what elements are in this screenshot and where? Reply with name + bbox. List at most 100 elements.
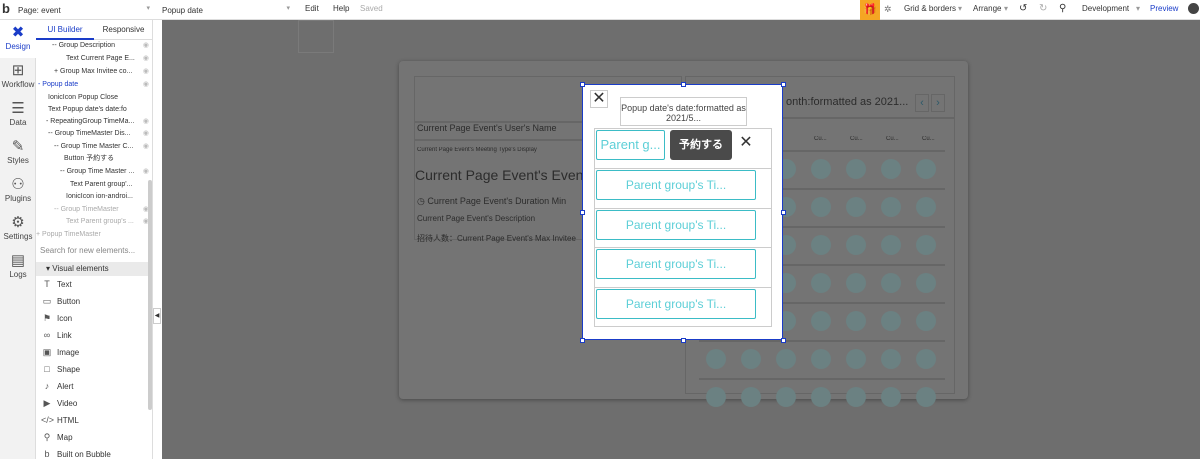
element-alert[interactable]: ♪ Alert xyxy=(36,378,152,395)
time-slot-circle[interactable] xyxy=(881,159,901,179)
redo-icon[interactable]: ↻ xyxy=(1039,3,1047,14)
sidebar-item-settings[interactable]: ⚙ Settings xyxy=(0,210,36,248)
resize-handle[interactable] xyxy=(781,210,786,215)
time-slot-circle[interactable] xyxy=(881,387,901,407)
resize-handle[interactable] xyxy=(781,338,786,343)
tree-item-selected[interactable]: - Popup date ◉ xyxy=(36,79,152,91)
time-slot-circle[interactable] xyxy=(811,235,831,255)
search-icon[interactable]: ⚲ xyxy=(1059,3,1066,14)
avatar[interactable] xyxy=(1188,3,1199,14)
time-slot-circle[interactable] xyxy=(881,273,901,293)
visual-elements-header[interactable]: ▾ Visual elements xyxy=(36,262,152,276)
time-slot-circle[interactable] xyxy=(916,349,936,369)
grid-borders-menu[interactable]: Grid & borders xyxy=(904,4,956,13)
element-search-input[interactable]: Search for new elements... xyxy=(40,246,135,255)
user-name-text[interactable]: Current Page Event's User's Name xyxy=(417,123,557,133)
duration-text[interactable]: ◷ Current Page Event's Duration Min xyxy=(417,196,566,207)
timemaster-repeating-group[interactable]: Parent g... 予約する ✕ Parent group's Ti... … xyxy=(594,128,772,327)
tree-item[interactable]: Text Parent group's ... ◉ xyxy=(36,216,152,228)
tab-ui-builder[interactable]: UI Builder xyxy=(36,20,94,40)
time-slot-circle[interactable] xyxy=(916,235,936,255)
time-slot-circle[interactable] xyxy=(846,273,866,293)
popup-date-text[interactable]: Popup date's date:formatted as 2021/5... xyxy=(620,97,747,126)
time-slot-circle[interactable] xyxy=(846,349,866,369)
element-button[interactable]: ▭ Button xyxy=(36,293,152,310)
element-built-on-bubble[interactable]: b Built on Bubble xyxy=(36,446,152,459)
sidebar-item-plugins[interactable]: ⚇ Plugins xyxy=(0,172,36,210)
time-slot-circle[interactable] xyxy=(881,349,901,369)
resize-handle[interactable] xyxy=(580,210,585,215)
preview-link[interactable]: Preview xyxy=(1150,4,1178,13)
time-slot-circle[interactable] xyxy=(776,387,796,407)
tree-item[interactable]: -- Group Time Master ... ◉ xyxy=(36,166,152,178)
bubble-logo-icon[interactable]: b xyxy=(2,2,14,16)
time-slot-circle[interactable] xyxy=(881,311,901,331)
eye-icon[interactable]: ◉ xyxy=(143,141,149,153)
tree-item[interactable]: + Popup TimeMaster xyxy=(36,229,152,241)
tab-responsive[interactable]: Responsive xyxy=(94,20,152,40)
resize-handle[interactable] xyxy=(580,82,585,87)
resize-handle[interactable] xyxy=(681,82,686,87)
time-slot-button[interactable]: Parent group's Ti... xyxy=(596,249,756,279)
element-link[interactable]: ∞ Link xyxy=(36,327,152,344)
time-slot-circle[interactable] xyxy=(741,387,761,407)
tree-item[interactable]: -- Group Description ◉ xyxy=(36,40,152,52)
time-slot-circle[interactable] xyxy=(846,197,866,217)
tree-item[interactable]: -- Group Time Master C... ◉ xyxy=(36,141,152,153)
tree-item[interactable]: -- Group TimeMaster Dis... ◉ xyxy=(36,128,152,140)
reserve-button[interactable]: 予約する xyxy=(670,130,732,160)
time-slot-circle[interactable] xyxy=(881,197,901,217)
close-icon[interactable]: ✕ xyxy=(590,90,608,108)
tree-item[interactable]: Text Current Page E... ◉ xyxy=(36,53,152,65)
time-slot-circle[interactable] xyxy=(846,235,866,255)
time-slot-circle[interactable] xyxy=(916,311,936,331)
time-slot-circle[interactable] xyxy=(916,159,936,179)
time-slot-circle[interactable] xyxy=(916,387,936,407)
element-map[interactable]: ⚲ Map xyxy=(36,429,152,446)
time-slot-button[interactable]: Parent group's Ti... xyxy=(596,170,756,200)
time-slot-circle[interactable] xyxy=(811,197,831,217)
tree-item[interactable]: Button 予約する xyxy=(36,153,152,165)
eye-icon[interactable]: ◉ xyxy=(143,128,149,140)
element-video[interactable]: ▶ Video xyxy=(36,395,152,412)
time-slot-circle[interactable] xyxy=(811,387,831,407)
meeting-type-text[interactable]: Current Page Event's Meeting Type's Disp… xyxy=(417,147,537,153)
resize-handle[interactable] xyxy=(580,338,585,343)
edit-menu[interactable]: Edit xyxy=(305,4,319,13)
sidebar-item-workflow[interactable]: ⊞ Workflow xyxy=(0,58,36,96)
time-slot-circle[interactable] xyxy=(741,349,761,369)
time-slot-circle[interactable] xyxy=(811,349,831,369)
gift-icon[interactable]: 🎁 xyxy=(860,0,880,20)
tree-item[interactable]: + Group Max Invitee co... ◉ xyxy=(36,66,152,78)
close-icon[interactable]: ✕ xyxy=(737,135,755,153)
eye-icon[interactable]: ◉ xyxy=(143,53,149,65)
element-shape[interactable]: □ Shape xyxy=(36,361,152,378)
time-slot-circle[interactable] xyxy=(706,387,726,407)
time-slot-circle[interactable] xyxy=(881,235,901,255)
time-slot-circle[interactable] xyxy=(916,197,936,217)
sidebar-item-logs[interactable]: ▤ Logs xyxy=(0,248,36,286)
time-slot-circle[interactable] xyxy=(846,159,866,179)
eye-icon[interactable]: ◉ xyxy=(143,79,149,91)
resize-handle[interactable] xyxy=(681,338,686,343)
element-select[interactable]: Popup date ▾ xyxy=(160,2,294,18)
sidebar-item-styles[interactable]: ✎ Styles xyxy=(0,134,36,172)
eye-icon[interactable]: ◉ xyxy=(143,166,149,178)
collapse-panel-icon[interactable]: ◀ xyxy=(153,308,161,324)
sidebar-item-data[interactable]: ☰ Data xyxy=(0,96,36,134)
prev-month-icon[interactable]: ‹ xyxy=(915,94,929,112)
element-html[interactable]: </> HTML xyxy=(36,412,152,429)
time-slot-circle[interactable] xyxy=(846,311,866,331)
time-slot-circle[interactable] xyxy=(706,349,726,369)
eye-icon[interactable]: ◉ xyxy=(143,116,149,128)
time-slot-circle[interactable] xyxy=(846,387,866,407)
time-slot-circle[interactable] xyxy=(811,273,831,293)
month-label[interactable]: onth:formatted as 2021... xyxy=(786,96,911,108)
tree-item[interactable]: -- Group TimeMaster ◉ xyxy=(36,204,152,216)
time-slot-button[interactable]: Parent group's Ti... xyxy=(596,210,756,240)
event-title-text[interactable]: Current Page Event's Event xyxy=(415,167,585,183)
description-text[interactable]: Current Page Event's Description xyxy=(417,214,535,223)
arrange-menu[interactable]: Arrange xyxy=(973,4,1001,13)
time-slot-button[interactable]: Parent group's Ti... xyxy=(596,289,756,319)
help-menu[interactable]: Help xyxy=(333,4,349,13)
